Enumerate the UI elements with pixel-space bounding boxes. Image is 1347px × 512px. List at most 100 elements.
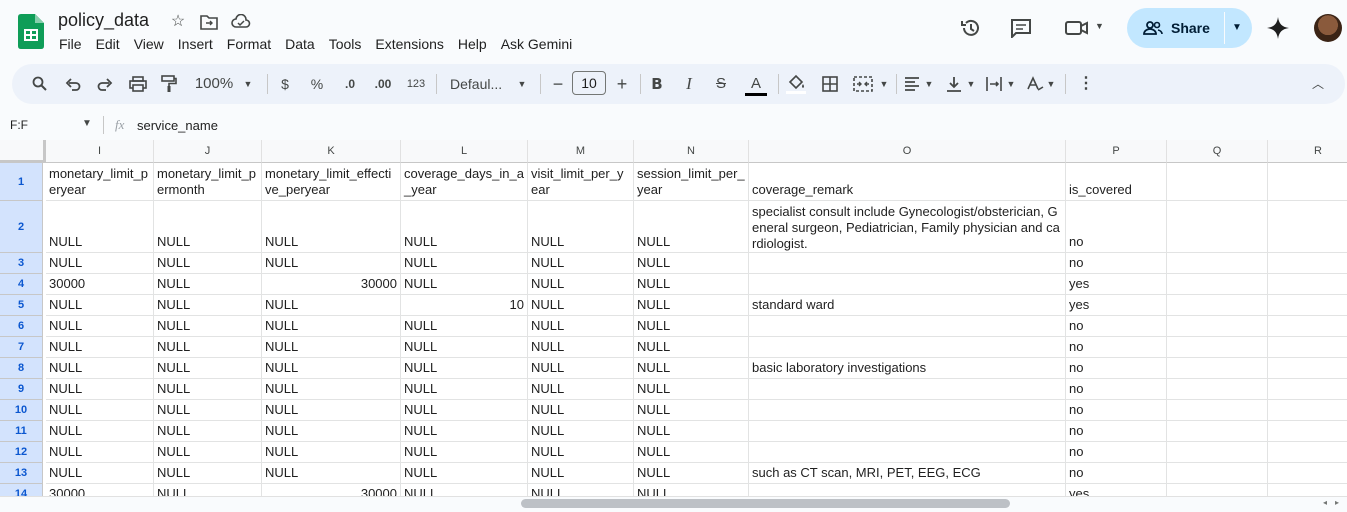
table-cell[interactable]: NULL: [401, 201, 528, 253]
collapse-menus-chevron-icon[interactable]: ︿: [1310, 72, 1326, 96]
table-cell[interactable]: NULL: [154, 421, 262, 442]
column-header-q[interactable]: Q: [1167, 140, 1268, 163]
table-cell[interactable]: [1167, 442, 1268, 463]
table-cell[interactable]: NULL: [634, 316, 749, 337]
table-cell[interactable]: NULL: [528, 337, 634, 358]
row-header-5[interactable]: 5: [0, 295, 43, 316]
table-cell[interactable]: no: [1066, 253, 1167, 274]
header-cell[interactable]: [1167, 163, 1268, 201]
table-cell[interactable]: NULL: [262, 442, 401, 463]
table-cell[interactable]: NULL: [401, 484, 528, 496]
table-cell[interactable]: NULL: [528, 400, 634, 421]
increase-font-size-icon[interactable]: +: [614, 72, 630, 96]
table-cell[interactable]: [1268, 295, 1347, 316]
table-cell[interactable]: NULL: [154, 379, 262, 400]
horizontal-align-icon[interactable]: [904, 77, 920, 91]
table-cell[interactable]: [1167, 274, 1268, 295]
column-header-l[interactable]: L: [401, 140, 528, 163]
table-cell[interactable]: [1268, 274, 1347, 295]
table-cell[interactable]: NULL: [262, 358, 401, 379]
version-history-icon[interactable]: [960, 17, 982, 39]
search-menus-icon[interactable]: [32, 76, 48, 92]
table-cell[interactable]: NULL: [262, 295, 401, 316]
table-cell[interactable]: NULL: [46, 358, 154, 379]
text-color-icon[interactable]: A: [745, 72, 767, 96]
table-cell[interactable]: NULL: [154, 316, 262, 337]
text-rotation-icon[interactable]: [1026, 76, 1044, 92]
row-header-12[interactable]: 12: [0, 442, 43, 463]
table-cell[interactable]: no: [1066, 379, 1167, 400]
table-cell[interactable]: NULL: [634, 337, 749, 358]
table-cell[interactable]: [1268, 442, 1347, 463]
header-cell[interactable]: coverage_remark: [749, 163, 1066, 201]
table-cell[interactable]: [1268, 484, 1347, 496]
table-cell[interactable]: NULL: [46, 295, 154, 316]
merge-caret-icon[interactable]: ▼: [878, 72, 890, 96]
star-icon[interactable]: ☆: [168, 12, 188, 32]
meet-camera-icon[interactable]: [1065, 20, 1089, 36]
table-cell[interactable]: NULL: [528, 316, 634, 337]
decrease-font-size-icon[interactable]: −: [550, 72, 566, 96]
table-cell[interactable]: [1268, 201, 1347, 253]
table-cell[interactable]: yes: [1066, 295, 1167, 316]
row-header-8[interactable]: 8: [0, 358, 43, 379]
vertical-align-icon[interactable]: [946, 76, 962, 92]
row-header-14[interactable]: 14: [0, 484, 43, 496]
table-cell[interactable]: NULL: [262, 316, 401, 337]
table-cell[interactable]: [1167, 316, 1268, 337]
table-cell[interactable]: [1167, 463, 1268, 484]
table-cell[interactable]: NULL: [528, 463, 634, 484]
table-cell[interactable]: no: [1066, 358, 1167, 379]
table-cell[interactable]: such as CT scan, MRI, PET, EEG, ECG: [749, 463, 1066, 484]
table-cell[interactable]: NULL: [46, 442, 154, 463]
menu-ask-gemini[interactable]: Ask Gemini: [501, 35, 579, 53]
gemini-sparkle-icon[interactable]: [1266, 16, 1290, 40]
column-header-r[interactable]: R: [1268, 140, 1347, 163]
user-avatar[interactable]: [1314, 14, 1342, 42]
table-cell[interactable]: NULL: [528, 421, 634, 442]
borders-icon[interactable]: [822, 76, 838, 92]
table-cell[interactable]: [749, 337, 1066, 358]
table-cell[interactable]: NULL: [401, 337, 528, 358]
table-cell[interactable]: NULL: [634, 400, 749, 421]
table-cell[interactable]: NULL: [46, 400, 154, 421]
table-cell[interactable]: NULL: [154, 484, 262, 496]
row-header-10[interactable]: 10: [0, 400, 43, 421]
table-cell[interactable]: yes: [1066, 484, 1167, 496]
table-cell[interactable]: NULL: [634, 442, 749, 463]
column-header-n[interactable]: N: [634, 140, 749, 163]
fill-color-icon[interactable]: [786, 73, 806, 95]
table-cell[interactable]: 30000: [262, 274, 401, 295]
table-cell[interactable]: NULL: [262, 337, 401, 358]
menu-data[interactable]: Data: [285, 35, 321, 53]
row-header-2[interactable]: 2: [0, 201, 43, 253]
table-cell[interactable]: basic laboratory investigations: [749, 358, 1066, 379]
table-cell[interactable]: NULL: [262, 253, 401, 274]
table-cell[interactable]: NULL: [154, 337, 262, 358]
menu-view[interactable]: View: [134, 35, 170, 53]
paint-format-icon[interactable]: [161, 75, 177, 93]
table-cell[interactable]: NULL: [634, 295, 749, 316]
strikethrough-icon[interactable]: S: [713, 72, 729, 96]
table-cell[interactable]: NULL: [528, 201, 634, 253]
table-cell[interactable]: NULL: [262, 400, 401, 421]
move-folder-icon[interactable]: [200, 14, 218, 30]
table-cell[interactable]: NULL: [634, 201, 749, 253]
table-cell[interactable]: NULL: [262, 201, 401, 253]
increase-decimal-button[interactable]: .00: [370, 72, 396, 96]
table-cell[interactable]: 10: [401, 295, 528, 316]
column-header-j[interactable]: J: [154, 140, 262, 163]
table-cell[interactable]: [1167, 253, 1268, 274]
scroll-left-arrow-icon[interactable]: ◂: [1323, 498, 1327, 507]
comments-icon[interactable]: [1010, 18, 1032, 38]
table-cell[interactable]: no: [1066, 400, 1167, 421]
menu-file[interactable]: File: [59, 35, 88, 53]
table-cell[interactable]: NULL: [528, 442, 634, 463]
table-cell[interactable]: NULL: [154, 201, 262, 253]
header-cell[interactable]: monetary_limit_effective_peryear: [262, 163, 401, 201]
font-family-select[interactable]: Defaul...: [450, 72, 510, 96]
table-cell[interactable]: [1167, 337, 1268, 358]
font-size-input[interactable]: 10: [572, 71, 606, 95]
table-cell[interactable]: standard ward: [749, 295, 1066, 316]
table-cell[interactable]: [1268, 253, 1347, 274]
